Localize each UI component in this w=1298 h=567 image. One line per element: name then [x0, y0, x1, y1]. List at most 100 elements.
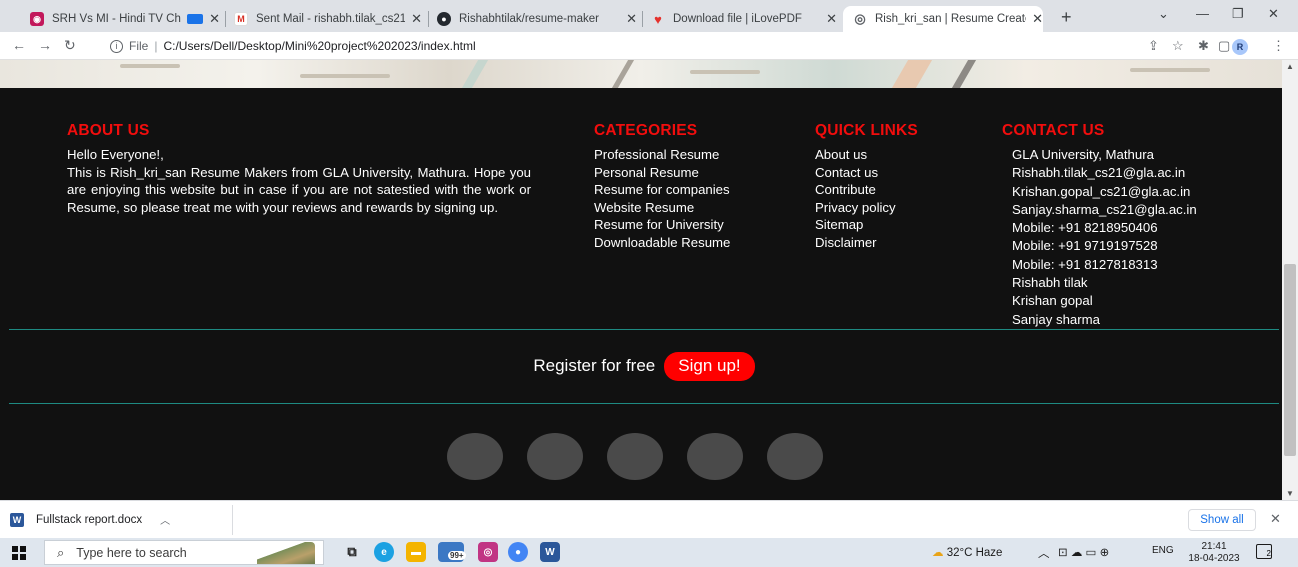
tray-chevron-icon[interactable]: ︿: [1038, 545, 1050, 561]
info-icon[interactable]: i: [110, 39, 123, 53]
weather-widget[interactable]: ☁ 32°C Haze: [932, 545, 1002, 559]
scrollbar-thumb[interactable]: [1284, 264, 1296, 456]
instagram-icon[interactable]: ◎: [478, 542, 498, 562]
category-link[interactable]: Downloadable Resume: [594, 234, 730, 252]
quick-link[interactable]: Disclaimer: [815, 234, 918, 252]
footer-divider: [9, 403, 1279, 404]
download-file-name[interactable]: Fullstack report.docx: [36, 514, 142, 526]
download-shelf: W Fullstack report.docx ︿ Show all ✕: [0, 500, 1298, 538]
bookmark-star-icon[interactable]: ☆: [1172, 38, 1184, 54]
back-arrow-icon[interactable]: ←: [12, 37, 26, 53]
tab-title: Sent Mail - rishabh.tilak_cs21: [256, 13, 406, 25]
github-icon: ●: [437, 12, 451, 26]
category-link[interactable]: Personal Resume: [594, 164, 730, 182]
extensions-puzzle-icon[interactable]: ✱: [1198, 38, 1209, 54]
sign-up-button[interactable]: Sign up!: [664, 351, 755, 381]
hero-deco: [461, 60, 489, 88]
contact-name: Sanjay sharma: [1012, 311, 1100, 327]
edge-browser-icon[interactable]: e: [374, 542, 394, 562]
mail-app-icon[interactable]: 99+: [438, 542, 466, 562]
quick-links-heading: QUICK LINKS: [815, 122, 918, 139]
close-tab-icon[interactable]: ✕: [826, 11, 837, 27]
category-link[interactable]: Resume for companies: [594, 181, 730, 199]
clock-time: 21:41: [1201, 541, 1227, 552]
close-tab-icon[interactable]: ✕: [1032, 11, 1043, 27]
about-text: This is Rish_kri_san Resume Makers from …: [67, 164, 531, 215]
word-app-icon[interactable]: W: [540, 542, 560, 562]
close-tab-icon[interactable]: ✕: [411, 11, 422, 27]
tray-status-icons[interactable]: ⊡ ☁ ▭ ⊕: [1058, 545, 1109, 559]
tab-sent-mail[interactable]: M Sent Mail - rishabh.tilak_cs21 ✕: [234, 6, 422, 32]
menu-kebab-icon[interactable]: ⋮: [1272, 38, 1285, 54]
scroll-down-arrow-icon[interactable]: ▼: [1286, 489, 1294, 498]
hero-deco: [690, 70, 760, 74]
windows-taskbar: ⌕ Type here to search ⧉ e ▬ 99+ ◎ ● W ☁ …: [0, 538, 1298, 567]
browser-toolbar: ← → ↻ i File | C:/Users/Dell/Desktop/Min…: [0, 32, 1298, 60]
scroll-up-arrow-icon[interactable]: ▲: [1286, 62, 1294, 71]
quick-links-section: QUICK LINKS About us Contact us Contribu…: [815, 122, 918, 252]
notification-center-icon[interactable]: 2: [1256, 544, 1272, 559]
hero-deco: [951, 60, 977, 88]
file-explorer-icon[interactable]: ▬: [406, 542, 426, 562]
social-circle-icon[interactable]: [447, 433, 503, 480]
social-circle-icon[interactable]: [767, 433, 823, 480]
category-link[interactable]: Resume for University: [594, 216, 730, 234]
quick-link[interactable]: Contribute: [815, 181, 918, 199]
quick-link[interactable]: About us: [815, 146, 918, 164]
address-bar[interactable]: i File | C:/Users/Dell/Desktop/Mini%20pr…: [110, 36, 1190, 56]
social-circle-icon[interactable]: [527, 433, 583, 480]
close-tab-icon[interactable]: ✕: [626, 11, 637, 27]
windows-start-icon[interactable]: [12, 546, 26, 560]
register-label: Register for free: [533, 356, 656, 375]
show-all-button[interactable]: Show all: [1188, 509, 1256, 531]
hero-deco: [611, 60, 635, 88]
profile-avatar-icon[interactable]: R: [1232, 39, 1248, 55]
contact-section: CONTACT US GLA University, Mathura Risha…: [1002, 122, 1197, 329]
tab-title: Rish_kri_san | Resume Creato: [875, 13, 1027, 25]
new-tab-icon[interactable]: +: [1061, 7, 1072, 28]
clock[interactable]: 21:41 18-04-2023: [1186, 541, 1242, 564]
tab-resume-creator[interactable]: ◎ Rish_kri_san | Resume Creato ✕: [843, 6, 1043, 32]
media-playing-icon: [187, 14, 204, 24]
page-scrollbar[interactable]: ▲ ▼: [1282, 60, 1298, 500]
tab-title: Rishabhtilak/resume-maker: [459, 13, 599, 25]
hero-deco: [1130, 68, 1210, 72]
tab-github-resume-maker[interactable]: ● Rishabhtilak/resume-maker ✕: [437, 6, 637, 32]
quick-link[interactable]: Privacy policy: [815, 199, 918, 217]
reload-icon[interactable]: ↻: [64, 37, 76, 54]
tab-separator: [428, 11, 429, 27]
tab-srh-vs-mi[interactable]: ◉ SRH Vs MI - Hindi TV Ch ✕: [30, 6, 220, 32]
contact-phone: Mobile: +91 8218950406: [1012, 220, 1158, 236]
tab-ilovepdf[interactable]: ♥ Download file | iLovePDF ✕: [651, 6, 837, 32]
category-link[interactable]: Website Resume: [594, 199, 730, 217]
close-tab-icon[interactable]: ✕: [209, 11, 220, 27]
site-footer: ABOUT US Hello Everyone!, This is Rish_k…: [9, 88, 1279, 500]
quick-link[interactable]: Sitemap: [815, 216, 918, 234]
url-text[interactable]: C:/Users/Dell/Desktop/Mini%20project%202…: [163, 39, 475, 53]
task-view-icon[interactable]: ⧉: [342, 542, 362, 562]
chevron-up-icon[interactable]: ︿: [160, 512, 170, 527]
social-circle-icon[interactable]: [687, 433, 743, 480]
category-link[interactable]: Professional Resume: [594, 146, 730, 164]
share-icon[interactable]: ⇪: [1148, 38, 1159, 54]
side-panel-icon[interactable]: ▢: [1218, 38, 1230, 54]
contact-heading: CONTACT US: [1002, 122, 1105, 139]
tab-search-chevron-icon[interactable]: ⌄: [1158, 6, 1169, 22]
globe-icon: ◎: [854, 11, 866, 26]
minimize-icon[interactable]: —: [1196, 6, 1209, 21]
restore-icon[interactable]: ❐: [1232, 6, 1244, 22]
close-window-icon[interactable]: ✕: [1268, 6, 1279, 22]
language-indicator[interactable]: ENG: [1152, 545, 1174, 556]
taskbar-search-box[interactable]: ⌕ Type here to search: [44, 540, 324, 565]
close-shelf-icon[interactable]: ✕: [1270, 511, 1281, 527]
hero-deco: [891, 60, 933, 88]
categories-heading: CATEGORIES: [594, 122, 698, 139]
quick-link[interactable]: Contact us: [815, 164, 918, 182]
mail-badge: 99+: [448, 551, 466, 560]
page-viewport: ABOUT US Hello Everyone!, This is Rish_k…: [0, 60, 1282, 500]
chrome-icon[interactable]: ●: [508, 542, 528, 562]
download-item[interactable]: W Fullstack report.docx ︿: [10, 512, 170, 527]
forward-arrow-icon[interactable]: →: [38, 37, 52, 53]
heart-icon: ♥: [654, 11, 662, 27]
social-circle-icon[interactable]: [607, 433, 663, 480]
